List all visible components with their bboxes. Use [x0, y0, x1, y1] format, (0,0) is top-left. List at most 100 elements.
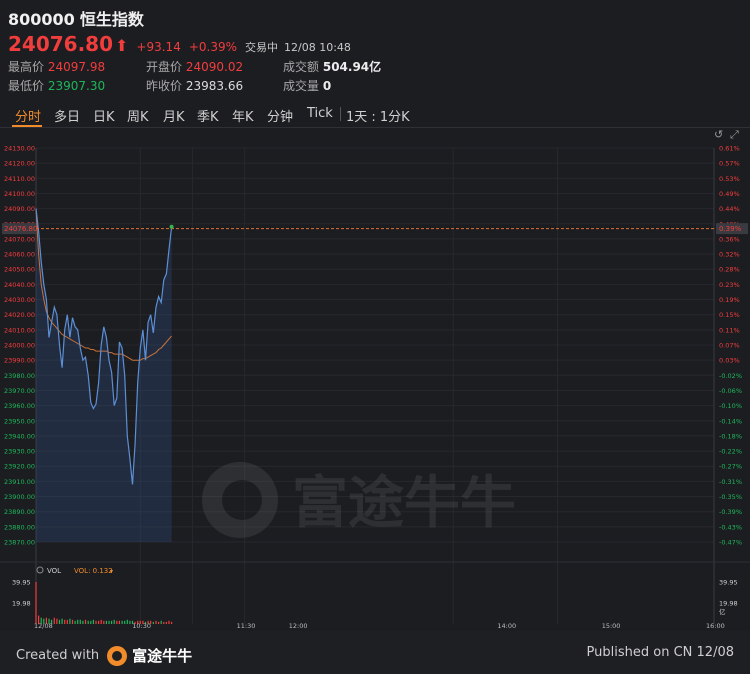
- y-tick-right: 0.15%: [719, 311, 740, 319]
- volume-bar: [116, 620, 118, 624]
- stat-open: 开盘价 24090.02: [146, 60, 244, 74]
- period-selector[interactable]: 1天 : 1分K: [346, 106, 410, 125]
- y-tick-right: 0.36%: [719, 235, 740, 243]
- price-change-pct: +0.39%: [188, 40, 238, 54]
- y-tick-left: 23980.00: [4, 372, 35, 380]
- current-price: 24076.80: [8, 32, 114, 56]
- volume-bar: [95, 620, 97, 624]
- y-tick-right: -0.14%: [719, 417, 742, 425]
- volume-y-axis-right: 39.95 19.98亿: [719, 579, 738, 616]
- y-tick-right: -0.35%: [719, 493, 742, 501]
- price-row: 24076.80 ⬆ +93.14 +0.39% 交易中 12/08 10:48: [8, 32, 351, 56]
- volume-bar: [113, 619, 115, 624]
- volume-settings-icon[interactable]: [36, 566, 44, 574]
- volume-bar: [69, 618, 71, 624]
- y-tick-right: 0.44%: [719, 205, 740, 213]
- volume-bar: [90, 620, 92, 624]
- volume-unit: 亿: [719, 607, 726, 616]
- volume-bar: [163, 621, 165, 624]
- volume-bar: [118, 620, 120, 624]
- y-axis-right: 0.61%0.57%0.53%0.49%0.44%0.40%0.36%0.32%…: [719, 145, 742, 547]
- volume-dropdown-icon[interactable]: ▾: [110, 568, 113, 575]
- volume-bar: [121, 620, 123, 624]
- volume-bar: [64, 619, 66, 624]
- volume-bar: [58, 619, 61, 624]
- y-tick-left: 23910.00: [4, 478, 35, 486]
- volume-bar: [100, 619, 102, 624]
- y-tick-left: 24110.00: [4, 175, 35, 183]
- y-tick-left: 23950.00: [4, 417, 35, 425]
- volume-bar: [56, 618, 58, 624]
- volume-bar: [82, 620, 84, 624]
- volume-bar: [53, 617, 55, 624]
- volume-bar: [71, 619, 74, 624]
- price-area: [36, 208, 172, 542]
- y-tick-left: 24090.00: [4, 205, 35, 213]
- intraday-chart[interactable]: 富途牛牛 24130.00 24120.00 24110.00 24100.00 240…: [0, 126, 750, 631]
- volume-bar: [74, 620, 76, 624]
- y-tick-right: 0.28%: [719, 266, 740, 274]
- volume-bar: [92, 619, 94, 624]
- y-tick-right: -0.47%: [719, 539, 742, 547]
- y-tick-left: 24030.00: [4, 296, 35, 304]
- volume-bar: [152, 621, 154, 624]
- y-tick-right: 0.07%: [719, 342, 740, 350]
- tab-weekly-k[interactable]: 周K: [127, 106, 149, 125]
- stat-high: 最高价 24097.98: [8, 60, 106, 74]
- tab-monthly-k[interactable]: 月K: [163, 106, 185, 125]
- volume-tick-left: 39.95: [12, 579, 31, 587]
- y-tick-right: 0.61%: [719, 145, 740, 153]
- volume-bar: [66, 619, 68, 624]
- volume-bar: [171, 621, 173, 624]
- y-tick-right: -0.18%: [719, 432, 742, 440]
- tab-minute[interactable]: 分钟: [267, 106, 293, 125]
- y-tick-right: 0.11%: [719, 326, 740, 334]
- y-tick-left: 23870.00: [4, 539, 35, 547]
- volume-bar: [103, 620, 105, 624]
- volume-bar: [105, 620, 107, 624]
- tab-tick[interactable]: Tick: [307, 106, 333, 121]
- y-tick-left: 24120.00: [4, 160, 35, 168]
- volume-bar: [77, 619, 79, 624]
- y-tick-left: 24060.00: [4, 251, 35, 259]
- footer-published: Published on CN 12/08: [586, 645, 734, 660]
- tab-quarterly-k[interactable]: 季K: [197, 106, 219, 125]
- up-arrow-icon: ⬆: [115, 36, 129, 55]
- y-tick-left: 23880.00: [4, 523, 35, 531]
- x-tick: 12/08: [34, 622, 53, 630]
- volume-bars: [35, 582, 173, 624]
- volume-bar: [111, 620, 113, 624]
- y-tick-right: 0.49%: [719, 190, 740, 198]
- y-tick-right: -0.27%: [719, 463, 742, 471]
- tab-yearly-k[interactable]: 年K: [232, 106, 254, 125]
- volume-bar: [84, 619, 87, 624]
- volume-bar: [168, 620, 170, 624]
- volume-y-axis-left: 39.95 19.98: [12, 579, 31, 608]
- volume-bar: [165, 621, 167, 624]
- y-tick-left: 24130.00: [4, 145, 35, 153]
- x-tick: 15:00: [602, 622, 621, 630]
- y-tick-left: 24070.00: [4, 235, 35, 243]
- chart-tabs: 分时 多日 日K 周K 月K 季K 年K 分钟 Tick 1天 : 1分K: [0, 101, 750, 128]
- current-price-tag: 24076.80: [4, 225, 37, 233]
- x-tick: 10:30: [132, 622, 151, 630]
- y-tick-left: 23990.00: [4, 357, 35, 365]
- y-tick-right: -0.39%: [719, 508, 742, 516]
- y-tick-right: -0.22%: [719, 448, 742, 456]
- tab-daily-k[interactable]: 日K: [93, 106, 115, 125]
- tab-multi-day[interactable]: 多日: [54, 106, 80, 125]
- watermark-text: 富途牛牛: [292, 471, 516, 536]
- stat-turnover: 成交额 504.94亿: [283, 60, 382, 74]
- y-tick-left: 23940.00: [4, 432, 35, 440]
- quote-datetime: 12/08 10:48: [284, 41, 351, 54]
- volume-bar: [108, 620, 110, 624]
- stock-header: 800000 恒生指数: [8, 6, 144, 30]
- y-tick-left: 23920.00: [4, 463, 35, 471]
- volume-bar: [87, 620, 89, 624]
- y-tick-left: 24040.00: [4, 281, 35, 289]
- tab-intraday[interactable]: 分时: [15, 106, 41, 125]
- footer: Created with 富途牛牛 Published on CN 12/08: [0, 631, 750, 674]
- volume-label: VOL: [47, 567, 61, 575]
- y-tick-left: 23960.00: [4, 402, 35, 410]
- brand-logo-icon: [107, 645, 128, 666]
